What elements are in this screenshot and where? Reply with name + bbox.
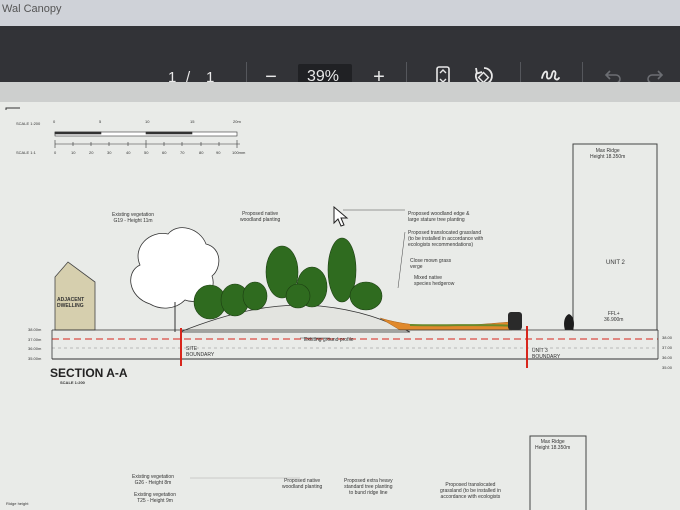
label-translocated-grassland-bottom: Proposed translocated grassland (to be i… — [440, 482, 501, 500]
label-close-mown-grass: Close mown grass verge — [410, 258, 452, 270]
section-drawing — [5, 107, 659, 510]
label-ridge-height: Ridge height — [6, 501, 29, 506]
label-adjacent-dwelling: ADJACENT DWELLING — [57, 297, 85, 309]
label-extra-heavy-standard: Proposed extra heavy standard tree plant… — [344, 478, 393, 496]
pdf-toolbar: 1 / 1 − 39% + — [0, 26, 680, 90]
section-title: SECTION A-A — [50, 366, 128, 380]
label-mixed-native-hedgerow: Mixed native species hedgerow — [414, 275, 455, 287]
tab-title[interactable]: Wal Canopy — [2, 3, 62, 15]
adjacent-dwelling — [54, 261, 96, 331]
pdf-page: SCALE 1:200 SCALE 1:1 0 5 10 15 20m 0 10… — [0, 82, 680, 510]
scale-bar — [54, 131, 240, 148]
label-proposed-native-top: Proposed native woodland planting — [240, 211, 281, 223]
label-site-boundary: SITE BOUNDARY — [186, 346, 215, 358]
label-existing-vegetation-g26: Existing vegetation G26 - Height 8m — [132, 474, 174, 486]
label-translocated-grassland-top: Proposed translocated grassland (to be i… — [408, 230, 484, 248]
label-unit3-boundary: UNIT 3 BOUNDARY — [532, 348, 561, 360]
label-existing-vegetation-t25: Existing vegetation T25 - Height 9m — [134, 492, 176, 504]
label-existing-ground-profile: Existing ground profile — [304, 337, 354, 343]
browser-tab-strip: Wal Canopy — [0, 0, 680, 26]
unit2-building — [572, 143, 658, 331]
label-woodland-edge: Proposed woodland edge & large stature t… — [408, 211, 470, 223]
label-proposed-native-bottom: Proposed native woodland planting — [282, 478, 323, 490]
label-existing-vegetation-top: Existing vegetation G19 - Height 11m — [112, 212, 154, 224]
label-max-ridge-top: Max Ridge Height 18.350m — [590, 148, 626, 160]
mouse-cursor-icon — [333, 206, 349, 227]
label-unit2: UNIT 2 — [606, 260, 625, 266]
label-max-ridge-bottom: Max Ridge Height 18.350m — [535, 439, 571, 451]
hedgerow — [379, 317, 513, 331]
section-scale: SCALE 1:200 — [60, 380, 85, 385]
label-ffl: FFL+ 36.900m — [604, 311, 624, 323]
